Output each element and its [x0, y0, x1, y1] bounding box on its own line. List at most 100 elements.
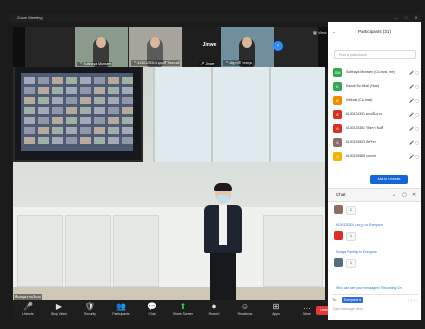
participant-name: 6130125381 วิจิตรา ลิมสี [346, 126, 383, 130]
mic-muted-icon: 🎤 [78, 62, 83, 66]
ask-to-unmute-button[interactable]: Ask to Unmute [370, 175, 408, 184]
microphone-icon: 🎤 [23, 302, 33, 311]
chat-recipient-select[interactable]: Everyone ▾ [342, 297, 363, 303]
chat-message: 1 [346, 206, 356, 215]
maximize-button[interactable]: □ [401, 14, 411, 22]
chat-avatar [334, 258, 343, 267]
participant-row[interactable]: 6 6130125503 ภัทร์ชา 🎤 ▢ [333, 137, 419, 149]
participant-row[interactable]: 6 6130125381 วิจิตรา ลิมสี 🎤 ▢ [333, 123, 419, 135]
participant-search-input[interactable]: Find a participant [334, 50, 416, 59]
side-panel: ⌄ Participants (31) Find a participant S… [328, 22, 421, 320]
chat-collapse-button[interactable]: ⌄ [392, 189, 396, 201]
chat-bubble-icon: 💬 [147, 302, 157, 311]
chat-sender: 6130125301 เจษฎา to Everyone [336, 223, 384, 227]
chat-sender: Sutaya Panthip to Everyone [336, 250, 377, 254]
participant-name-label: 🎤 6130125314 ผุนุตรี ไชยวงศ์ [131, 60, 181, 66]
chat-message: 1 [346, 259, 356, 268]
minimize-button[interactable]: – [391, 14, 401, 22]
zoom-window: Zoom Meeting – □ ✕ 🎤 Sutthaya Munsien 🎤 … [0, 0, 425, 329]
apps-button[interactable]: ⊞ Apps [263, 301, 289, 319]
toolbar-label: Record [208, 312, 220, 316]
participant-avatar: 6 [333, 138, 342, 147]
chat-title: Chat [336, 192, 346, 197]
participant-row[interactable]: SM Sutthaya Munsien (Co-host, me) 🎤 ▢ [333, 67, 419, 79]
chat-to-label: To: [332, 298, 337, 302]
reactions-button[interactable]: ☺ Reactions [232, 301, 258, 319]
mic-muted-icon[interactable]: 🎤 ▢ [409, 123, 419, 134]
toolbar-label: Chat [148, 312, 156, 316]
chat-header: Chat ⌄ ▢ ✕ [328, 188, 421, 202]
participant-name: Kittirust (Co-host) [346, 98, 373, 102]
mic-muted-icon: 🎤 [132, 61, 137, 65]
participant-row[interactable]: 6 6130124391 คนหนึ่งงาน 🎤 ▢ [333, 109, 419, 121]
chat-avatar [334, 205, 343, 214]
recording-notice[interactable]: Who can see your messages? Recording On [336, 286, 402, 290]
main-video[interactable] [13, 67, 325, 300]
title-bar: Zoom Meeting – □ ✕ [9, 14, 421, 22]
toolbar-label: Participants [112, 312, 130, 316]
unmute-button[interactable]: 🎤 Unmute [15, 301, 41, 319]
mic-muted-icon[interactable]: 🎤 ▢ [409, 81, 419, 92]
toolbar-label: Share Screen [172, 312, 194, 316]
chat-button[interactable]: 💬 Chat [139, 301, 165, 319]
toolbar-label: Apps [272, 312, 280, 316]
view-button[interactable]: ▦ View [313, 30, 327, 35]
participant-avatar: 6 [333, 152, 342, 161]
close-button[interactable]: ✕ [411, 14, 421, 22]
gallery-tile[interactable]: 🎤 6130125314 ผุนุตรี ไชยวงศ์ [129, 27, 182, 67]
participant-name: 6130124391 คนหนึ่งงาน [346, 112, 383, 116]
share-screen-button[interactable]: ⬆ Share Screen [170, 301, 196, 319]
chat-input[interactable]: Type message here... [332, 307, 366, 311]
toolbar-label: Security [84, 312, 96, 316]
participant-row[interactable]: K Kanok Bo Mhai (Host) 🎤 ▢ [333, 81, 419, 93]
mic-muted-icon: 🎤 [200, 62, 205, 66]
active-speaker-name: Jinwe [202, 42, 217, 48]
participant-name-label: 🎤 Sutthaya Munsien [77, 62, 113, 66]
chat-close-button[interactable]: ✕ [412, 189, 416, 201]
stop-video-button[interactable]: ▶ Stop Video [46, 301, 72, 319]
share-screen-icon: ⬆ [179, 302, 187, 311]
participant-name-label: 🎤 Jinwe [199, 62, 216, 66]
participant-row[interactable]: K Kittirust (Co-host) 🎤 ▢ [333, 95, 419, 107]
mic-muted-icon: 🎤 [224, 61, 229, 65]
chat-avatar [334, 231, 343, 240]
participant-name: 6130125503 ภัทร์ชา [346, 140, 377, 144]
tv-screen [13, 67, 143, 162]
participant-name: Kanok Bo Mhai (Host) [346, 84, 380, 88]
chat-message: 1 [346, 232, 356, 241]
next-page-button[interactable]: › [273, 41, 283, 51]
toolbar-label: Reactions [237, 312, 253, 316]
participant-row[interactable]: 6 6130125585 กนกพร 🎤 ▢ [333, 151, 419, 163]
participant-avatar: 6 [333, 124, 342, 133]
participant-name: Sutthaya Munsien (Co-host, me) [346, 70, 395, 74]
chat-file-icon[interactable]: 🗋 ⋯ [409, 298, 417, 305]
mic-muted-icon[interactable]: 🎤 ▢ [409, 137, 419, 148]
participant-name-label: 🎤 ณัฐวาดี วรสกุล [223, 60, 253, 66]
apps-grid-icon: ⊞ [272, 302, 280, 311]
window-title: Zoom Meeting [17, 15, 43, 20]
mic-muted-icon[interactable]: 🎤 ▢ [409, 95, 419, 106]
participant-avatar: K [333, 82, 342, 91]
gallery-tile[interactable]: 🎤 Sutthaya Munsien [75, 27, 128, 67]
video-camera-icon: ▶ [55, 302, 63, 311]
mic-muted-icon[interactable]: 🎤 ▢ [409, 109, 419, 120]
grid-icon: ▦ [313, 30, 317, 35]
chevron-down-icon[interactable]: ⌄ [332, 27, 336, 37]
record-icon: ⏺ [212, 302, 216, 311]
participant-avatar: 6 [333, 110, 342, 119]
participant-name: 6130125585 กนกพร [346, 154, 377, 158]
participant-avatar: SM [333, 68, 342, 77]
participants-button[interactable]: 👥 Participants [108, 301, 134, 319]
gallery-left-margin [13, 27, 25, 68]
shield-icon: 🛡 [84, 302, 96, 311]
mic-muted-icon[interactable]: 🎤 ▢ [409, 151, 419, 162]
smiley-icon: ☺ [240, 302, 250, 311]
record-button[interactable]: ⏺ Record [201, 301, 227, 319]
participants-title: Participants (31) [358, 29, 391, 34]
security-button[interactable]: 🛡 Security [77, 301, 103, 319]
toolbar-label: Stop Video [50, 312, 68, 316]
people-icon: 👥 [116, 302, 126, 311]
participant-avatar: K [333, 96, 342, 105]
chat-popout-button[interactable]: ▢ [402, 189, 407, 201]
mic-muted-icon[interactable]: 🎤 ▢ [409, 67, 419, 78]
